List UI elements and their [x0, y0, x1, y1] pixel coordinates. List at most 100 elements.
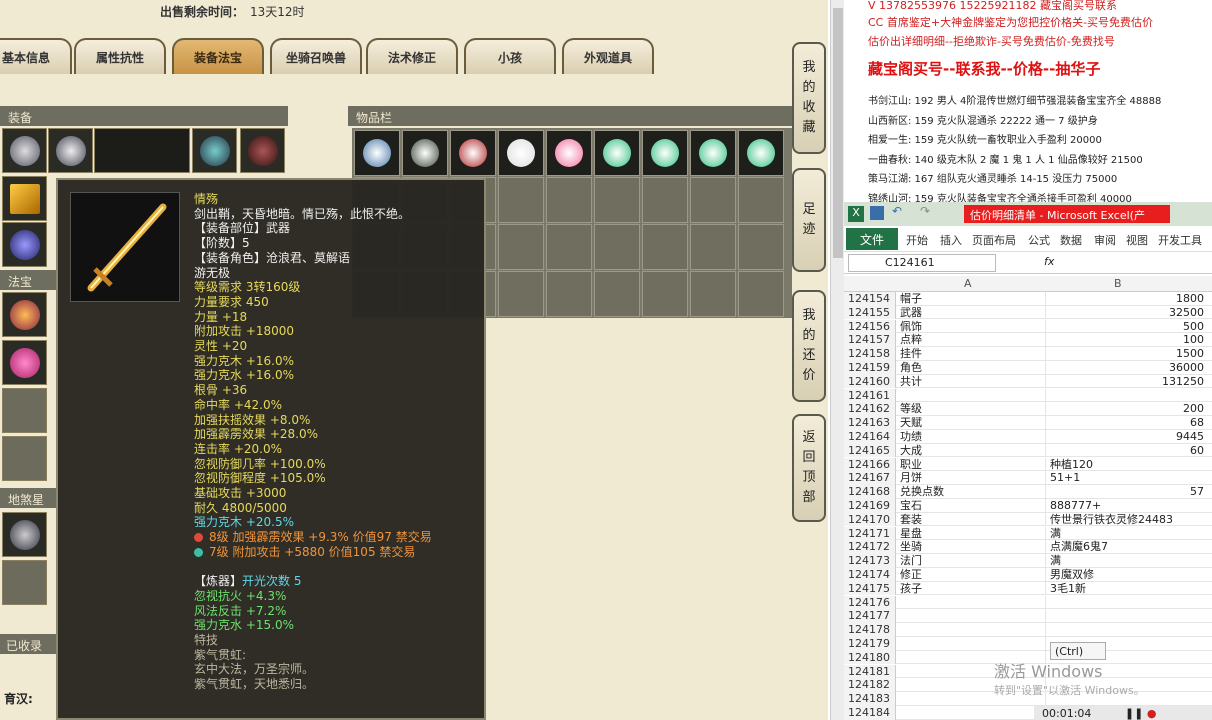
cell-a[interactable] — [898, 595, 1046, 610]
cell-a[interactable]: 宝石 — [898, 499, 1046, 513]
ribbon-tab-home[interactable]: 开始 — [906, 232, 928, 248]
equip-slot-necklace[interactable] — [48, 128, 93, 173]
cell-b[interactable]: 57 — [1048, 485, 1206, 499]
ribbon-tab-data[interactable]: 数据 — [1060, 232, 1082, 248]
cell-b[interactable]: 1800 — [1048, 292, 1206, 306]
inventory-slot[interactable] — [594, 130, 640, 176]
cell-a[interactable] — [898, 388, 1046, 403]
tab-spells[interactable]: 法术修正 — [366, 38, 458, 74]
tab-basic-info[interactable]: 基本信息 — [0, 38, 72, 74]
cell-b[interactable]: 1500 — [1048, 347, 1206, 361]
row-number[interactable]: 124154 — [844, 292, 896, 306]
inventory-slot[interactable] — [498, 177, 544, 223]
ribbon-tab-view[interactable]: 视图 — [1126, 232, 1148, 248]
inventory-slot[interactable] — [546, 271, 592, 317]
row-number[interactable]: 124180 — [844, 650, 896, 665]
cell-b[interactable]: 种植120 — [1048, 458, 1206, 472]
cell-b[interactable] — [1048, 389, 1206, 403]
tab-file[interactable]: 文件 — [846, 228, 898, 250]
inventory-slot[interactable] — [594, 177, 640, 223]
fx-icon[interactable]: fx — [1044, 255, 1054, 268]
cell-a[interactable]: 坐骑 — [898, 540, 1046, 554]
name-box[interactable]: C124161 — [848, 254, 996, 272]
cell-a[interactable] — [898, 637, 1046, 651]
game-scrollbar[interactable] — [830, 0, 844, 720]
row-number[interactable]: 124182 — [844, 678, 896, 692]
cell-a[interactable]: 孩子 — [898, 581, 1046, 596]
row-number[interactable]: 124165 — [844, 443, 896, 458]
tab-attributes[interactable]: 属性抗性 — [74, 38, 166, 74]
row-number[interactable]: 124169 — [844, 499, 896, 513]
cell-b[interactable]: 100 — [1048, 333, 1206, 347]
record-icon[interactable]: ● — [1147, 707, 1157, 720]
cell-b[interactable]: 200 — [1048, 402, 1206, 416]
cell-b[interactable]: 888777+ — [1048, 499, 1206, 513]
cell-a[interactable]: 共计 — [898, 374, 1046, 389]
dishaxing-slot-1[interactable] — [2, 512, 47, 557]
my-favorites-button[interactable]: 我的收藏 — [792, 42, 826, 154]
inventory-slot[interactable] — [498, 130, 544, 176]
inventory-slot[interactable] — [738, 271, 784, 317]
undo-icon[interactable]: ↶ — [892, 204, 902, 218]
cell-b[interactable] — [1048, 596, 1206, 610]
ribbon-tab-formulas[interactable]: 公式 — [1028, 232, 1050, 248]
fabao-slot-3[interactable] — [2, 388, 47, 433]
cell-b[interactable]: 131250 — [1048, 375, 1206, 389]
cell-a[interactable] — [898, 706, 1046, 720]
row-number[interactable]: 124170 — [844, 512, 896, 527]
inventory-slot[interactable] — [738, 177, 784, 223]
row-number[interactable]: 124177 — [844, 609, 896, 623]
cell-b[interactable]: 3毛1新 — [1048, 582, 1206, 596]
inventory-slot[interactable] — [690, 177, 736, 223]
col-b-header[interactable]: B — [1114, 277, 1122, 290]
cell-a[interactable]: 功绩 — [898, 430, 1046, 444]
inventory-slot[interactable] — [546, 130, 592, 176]
row-number[interactable]: 124171 — [844, 526, 896, 541]
inventory-slot[interactable] — [546, 177, 592, 223]
row-number[interactable]: 124158 — [844, 347, 896, 361]
cell-b[interactable]: 68 — [1048, 416, 1206, 430]
row-number[interactable]: 124156 — [844, 319, 896, 334]
ribbon-tab-insert[interactable]: 插入 — [940, 232, 962, 248]
equip-slot-charm[interactable] — [2, 222, 47, 267]
cell-a[interactable]: 法门 — [898, 554, 1046, 568]
tab-appearance[interactable]: 外观道具 — [562, 38, 654, 74]
ribbon-tab-developer[interactable]: 开发工具 — [1158, 232, 1202, 248]
save-icon[interactable] — [870, 206, 884, 220]
row-number[interactable]: 124163 — [844, 416, 896, 430]
inventory-slot[interactable] — [642, 271, 688, 317]
cell-b[interactable] — [1048, 623, 1206, 637]
inventory-slot[interactable] — [642, 224, 688, 270]
fabao-slot-2[interactable] — [2, 340, 47, 385]
cell-a[interactable] — [898, 623, 1046, 637]
ribbon-tab-layout[interactable]: 页面布局 — [972, 232, 1016, 248]
row-number[interactable]: 124162 — [844, 402, 896, 416]
cell-a[interactable]: 套装 — [898, 512, 1046, 527]
inventory-slot[interactable] — [498, 271, 544, 317]
row-number[interactable]: 124179 — [844, 637, 896, 651]
cell-a[interactable]: 兑换点数 — [898, 485, 1046, 499]
cell-b[interactable]: 点满魔6鬼7 — [1048, 540, 1206, 554]
tab-equipment[interactable]: 装备法宝 — [172, 38, 264, 74]
row-number[interactable]: 124160 — [844, 374, 896, 389]
history-button[interactable]: 足迹 — [792, 168, 826, 272]
cell-a[interactable]: 天赋 — [898, 416, 1046, 430]
dishaxing-slot-2[interactable] — [2, 560, 47, 605]
inventory-slot[interactable] — [450, 130, 496, 176]
cell-a[interactable]: 月饼 — [898, 471, 1046, 485]
pause-icon[interactable]: ❚❚ — [1125, 707, 1143, 720]
inventory-slot[interactable] — [594, 271, 640, 317]
cell-b[interactable]: 男魔双修 — [1048, 568, 1206, 582]
row-number[interactable]: 124176 — [844, 595, 896, 610]
row-number[interactable]: 124172 — [844, 540, 896, 554]
cell-a[interactable]: 等级 — [898, 402, 1046, 416]
equip-slot-weapon[interactable] — [2, 176, 47, 221]
cell-b[interactable] — [1048, 609, 1206, 623]
equip-slot-shoes[interactable] — [240, 128, 285, 173]
col-a-header[interactable]: A — [964, 277, 972, 290]
row-number[interactable]: 124175 — [844, 581, 896, 596]
cell-b[interactable]: 500 — [1048, 320, 1206, 334]
cell-b[interactable]: 60 — [1048, 444, 1206, 458]
inventory-slot[interactable] — [402, 130, 448, 176]
row-number[interactable]: 124184 — [844, 706, 896, 720]
